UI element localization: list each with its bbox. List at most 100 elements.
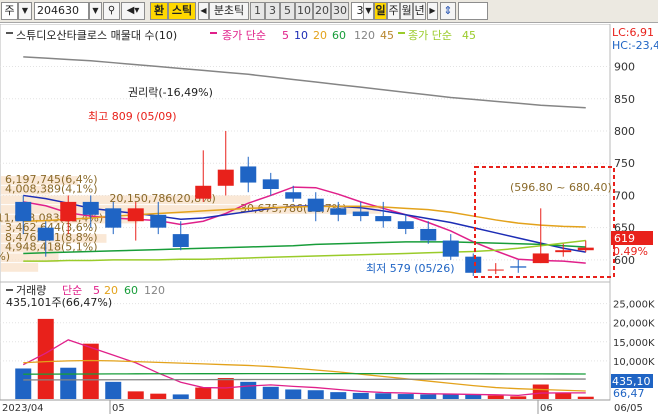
code-dropdown-icon[interactable]: ▼ (89, 2, 102, 20)
vol-y-tick: 15,000K (613, 338, 655, 349)
up-down-arrow-icon[interactable]: ⇕ (440, 2, 456, 20)
candle-body (307, 198, 324, 212)
candle-body (510, 266, 527, 268)
period-10-button[interactable]: 10 (295, 2, 313, 20)
volume-bar (352, 392, 369, 399)
legend-ma-marker (210, 32, 217, 34)
legend-ma-120: 120 (354, 29, 375, 42)
candle-body (60, 201, 77, 222)
vol-y-tick: 25,000K (613, 300, 655, 311)
year-button[interactable]: 년 (413, 2, 426, 20)
vol-legend-ma-120: 120 (144, 284, 165, 297)
week-button[interactable]: 주 (387, 2, 400, 20)
candle-body (172, 234, 189, 247)
price-y-tick: 700 (614, 189, 635, 202)
x-label-06-05: 06/05 (614, 403, 643, 414)
code-input[interactable]: 204630 (34, 2, 89, 20)
extra-input[interactable] (458, 2, 488, 20)
volume-bar (330, 392, 347, 399)
candle-body (577, 247, 594, 251)
volume-bar (555, 393, 572, 399)
candle-body (262, 179, 279, 189)
volume-chart[interactable]: 25,000K20,000K15,000K10,000K 거래량 단순 5 20… (0, 281, 658, 414)
price-y-tick: 850 (614, 93, 635, 106)
volume-bar (195, 387, 212, 399)
legend-ma-title: 종가 단순 (222, 29, 266, 42)
range-annotation: (596.80 ~ 680.40) (510, 181, 612, 194)
toolbar: 주 ▼ 204630 ▼ ⚲ ◀▾ 환 스틱 ◀ 분초틱 1 3 5 10 20… (0, 0, 658, 23)
volume-profile-label: 4,673,441(4,8%) (0, 250, 10, 263)
volume-chart-panel[interactable]: 25,000K 20,000K 15,000K 10,000K 거래량 단순 5 20… (0, 281, 658, 414)
high-annotation: 최고 809 (05/09) (88, 110, 177, 123)
candle-body (442, 240, 459, 257)
volume-bar (487, 395, 504, 399)
price-y-tick: 900 (614, 61, 635, 74)
tick-button[interactable]: 분초틱 (209, 2, 249, 20)
candle-body (150, 214, 167, 228)
candle-body (285, 192, 302, 199)
month-button[interactable]: 월 (400, 2, 413, 20)
next-arrow-icon[interactable]: ▶ (427, 2, 438, 20)
volume-bar (285, 389, 302, 399)
legend-ma-20: 20 (313, 29, 327, 42)
volume-bar (465, 394, 482, 399)
candle-body (397, 221, 414, 229)
candle-body (37, 227, 54, 241)
volume-bar (37, 318, 54, 399)
legend-ma-5: 5 (282, 29, 289, 42)
speaker-icon[interactable]: ◀▾ (121, 2, 145, 20)
stick-button[interactable]: 스틱 (168, 2, 196, 20)
price-chart[interactable]: 6,197,745(6,4%)4,008,389(4,1%)20,150,786… (0, 23, 658, 283)
vol-ma-line-60 (23, 372, 586, 375)
mode-dropdown-icon[interactable]: ▼ (18, 2, 32, 20)
low-annotation: 최저 579 (05/26) (366, 262, 455, 275)
x-label-05: 05 (112, 403, 125, 414)
volume-bar (420, 394, 437, 399)
volume-bar (577, 396, 594, 399)
vol-y-tick: 10,000K (613, 357, 655, 368)
pct-badge: 0.49% (613, 245, 648, 258)
volume-bar (262, 386, 279, 399)
volume-bar (510, 396, 527, 399)
convert-button[interactable]: 환 (150, 2, 168, 20)
rights-off-annotation: 권리락(-16,49%) (128, 86, 213, 99)
price-chart-panel[interactable]: 6,197,745(6,4%) 4,008,389(4,1%) 20,150,786… (0, 23, 658, 283)
volume-bar (82, 343, 99, 399)
legend-ma2-period: 45 (462, 29, 476, 42)
period-20-button[interactable]: 20 (313, 2, 331, 20)
mode-select[interactable]: 주 (1, 2, 18, 20)
price-badge: 619 (614, 232, 635, 245)
lc-label: LC:6,91 (612, 26, 654, 39)
period-5-button[interactable]: 5 (280, 2, 295, 20)
price-y-tick: 750 (614, 157, 635, 170)
volume-bar (105, 381, 122, 399)
magnifier-icon[interactable]: ⚲ (103, 2, 120, 20)
candle-body (240, 166, 257, 183)
candle-body (532, 253, 549, 264)
volume-bar (397, 394, 414, 399)
period-3-button[interactable]: 3 (265, 2, 280, 20)
hc-label: HC:-23,4 (612, 39, 658, 52)
period-30-button[interactable]: 30 (331, 2, 349, 20)
legend-ma-45: 45 (380, 29, 394, 42)
prev-arrow-icon[interactable]: ◀ (198, 2, 209, 20)
legend-ma2-marker (398, 32, 405, 34)
volume-bar (15, 368, 32, 399)
x-label-06: 06 (540, 403, 553, 414)
candle-body (375, 216, 392, 222)
candle-body (555, 250, 572, 253)
candle-body (82, 201, 99, 215)
legend-ma-10: 10 (294, 29, 308, 42)
candle-body (105, 208, 122, 228)
price-y-tick: 800 (614, 125, 635, 138)
candle-body (127, 208, 144, 222)
volume-bar (127, 391, 144, 399)
legend-marker (6, 32, 13, 34)
period-1-button[interactable]: 1 (250, 2, 265, 20)
day-button[interactable]: 일 (374, 2, 387, 20)
vol-pct-badge: 66,47 (613, 387, 645, 400)
vol-first-label: 435,101주(66,47%) (6, 296, 112, 309)
period-dropdown-icon[interactable]: ▼ (363, 2, 374, 20)
candle-body (352, 211, 369, 217)
volume-bar (150, 393, 167, 399)
